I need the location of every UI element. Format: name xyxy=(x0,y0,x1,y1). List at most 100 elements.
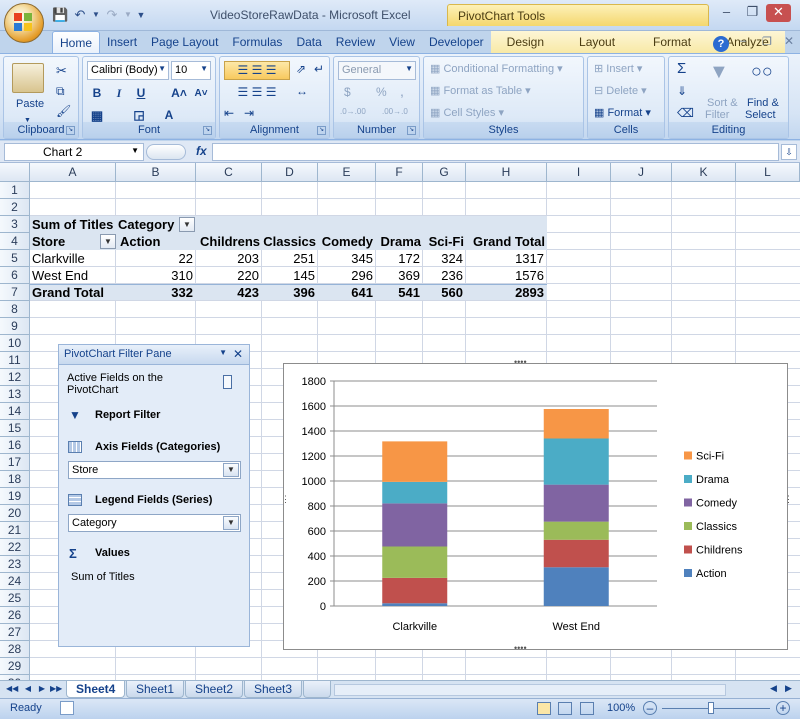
scroll-left-icon[interactable]: ◀ xyxy=(770,683,777,694)
column-header[interactable]: A xyxy=(30,163,116,182)
row-header[interactable]: 8 xyxy=(0,301,30,318)
fill-icon[interactable]: ⇓ xyxy=(677,84,687,98)
sort-filter-label[interactable]: Sort & xyxy=(707,97,738,109)
binoculars-icon[interactable]: ○○ xyxy=(751,61,773,82)
row-header[interactable]: 23 xyxy=(0,556,30,573)
page-break-view-icon[interactable] xyxy=(580,702,594,715)
normal-view-icon[interactable] xyxy=(537,702,551,715)
tab-design[interactable]: Design xyxy=(490,31,561,53)
sort-filter-icon[interactable]: ▼ xyxy=(709,61,729,84)
format-painter-icon[interactable]: 🖌 xyxy=(56,104,71,118)
pivot-chart[interactable]: •••• •••• ⋮ ⋮ 0 200 400 600 800 1000 1200 1400 1… xyxy=(281,357,793,653)
row-header[interactable]: 1 xyxy=(0,182,30,199)
formula-bar-handle[interactable] xyxy=(146,144,186,160)
first-sheet-icon[interactable]: ◀◀ xyxy=(6,683,18,695)
customize-qat-icon[interactable]: ▼ xyxy=(136,7,146,23)
row-header[interactable]: 12 xyxy=(0,369,30,386)
scroll-right-icon[interactable]: ▶ xyxy=(785,683,792,694)
paste-button[interactable]: Paste xyxy=(16,98,44,110)
cell-styles-button[interactable]: ▦ Cell Styles ▾ xyxy=(430,106,504,119)
axis-field-dropdown[interactable]: Store ▼ xyxy=(68,461,241,479)
row-header[interactable]: 24 xyxy=(0,573,30,590)
office-button[interactable] xyxy=(4,3,44,43)
row-header[interactable]: 6 xyxy=(0,267,30,284)
column-header[interactable]: J xyxy=(611,163,672,182)
alignment-launcher-icon[interactable]: ↘ xyxy=(317,126,326,135)
last-sheet-icon[interactable]: ▶▶ xyxy=(50,683,62,695)
name-box[interactable]: Chart 2 ▼ xyxy=(4,143,144,161)
bold-button[interactable]: B xyxy=(87,84,107,103)
chevron-down-icon[interactable]: ▼ xyxy=(223,516,239,530)
column-header[interactable]: E xyxy=(318,163,376,182)
pane-menu-icon[interactable]: ▼ xyxy=(219,348,227,357)
row-header[interactable]: 22 xyxy=(0,539,30,556)
row-header[interactable]: 26 xyxy=(0,607,30,624)
grow-font-button[interactable]: A˄ xyxy=(169,84,189,103)
insert-sheet-icon[interactable] xyxy=(303,681,331,698)
font-size-select[interactable]: 10 ▼ xyxy=(171,61,211,80)
column-header[interactable]: C xyxy=(196,163,262,182)
row-header[interactable]: 9 xyxy=(0,318,30,335)
tab-data[interactable]: Data xyxy=(289,31,328,53)
redo-dropdown-icon[interactable]: ▼ xyxy=(124,7,132,23)
minimize-button[interactable]: – xyxy=(714,4,739,22)
shrink-font-button[interactable]: A˅ xyxy=(191,84,211,103)
tab-layout[interactable]: Layout xyxy=(560,31,635,53)
filter-dropdown-icon[interactable]: ▼ xyxy=(223,463,239,477)
tab-formulas[interactable]: Formulas xyxy=(225,31,289,53)
increase-indent-icon[interactable]: ⇥ xyxy=(244,106,254,120)
copy-icon[interactable]: ⧉ xyxy=(56,84,65,99)
macro-record-icon[interactable] xyxy=(60,701,74,715)
tab-insert[interactable]: Insert xyxy=(100,31,144,53)
column-header[interactable]: L xyxy=(736,163,800,182)
find-select-label-2[interactable]: Select xyxy=(745,109,776,121)
zoom-slider[interactable] xyxy=(662,708,770,709)
tab-view[interactable]: View xyxy=(382,31,422,53)
clipboard-launcher-icon[interactable]: ↘ xyxy=(66,126,75,135)
sort-filter-label-2[interactable]: Filter xyxy=(705,109,729,121)
tab-format[interactable]: Format xyxy=(634,31,711,53)
sheet-tab-sheet3[interactable]: Sheet3 xyxy=(244,681,303,698)
insert-function-button[interactable]: fx xyxy=(196,144,207,158)
horizontal-scrollbar[interactable] xyxy=(334,684,726,696)
row-header[interactable]: 3 xyxy=(0,216,30,233)
vertical-align-icons[interactable]: ☰ ☰ ☰ xyxy=(224,61,290,80)
restore-button[interactable]: ❐ xyxy=(740,4,765,22)
autosum-button[interactable]: Σ xyxy=(677,60,686,77)
zoom-level[interactable]: 100% xyxy=(607,702,635,714)
row-header[interactable]: 16 xyxy=(0,437,30,454)
row-header[interactable]: 20 xyxy=(0,505,30,522)
comma-button[interactable]: , xyxy=(400,83,404,99)
cut-icon[interactable]: ✂ xyxy=(56,63,67,79)
tab-home[interactable]: Home xyxy=(52,31,101,53)
italic-button[interactable]: I xyxy=(109,84,129,103)
row-header[interactable]: 28 xyxy=(0,641,30,658)
prev-sheet-icon[interactable]: ◀ xyxy=(22,683,34,695)
decrease-decimal-button[interactable]: .00→.0 xyxy=(382,107,408,116)
clear-icon[interactable]: ⌫ xyxy=(677,106,694,120)
zoom-slider-thumb[interactable] xyxy=(708,702,714,714)
next-sheet-icon[interactable]: ▶ xyxy=(36,683,48,695)
delete-cells-button[interactable]: ⊟ Delete ▾ xyxy=(594,84,647,97)
sheet-tab-sheet1[interactable]: Sheet1 xyxy=(126,681,185,698)
increase-decimal-button[interactable]: .0→.00 xyxy=(340,107,366,116)
insert-cells-button[interactable]: ⊞ Insert ▾ xyxy=(594,62,642,75)
font-launcher-icon[interactable]: ↘ xyxy=(203,126,212,135)
column-header[interactable]: B xyxy=(116,163,196,182)
font-name-select[interactable]: Calibri (Body) ▼ xyxy=(87,61,169,80)
format-cells-button[interactable]: ▦ Format ▾ xyxy=(594,106,651,119)
row-header[interactable]: 25 xyxy=(0,590,30,607)
column-filter-dropdown-icon[interactable]: ▼ xyxy=(179,217,195,232)
currency-button[interactable]: $ xyxy=(344,85,351,99)
formula-input[interactable] xyxy=(212,143,779,161)
wrap-text-icon[interactable]: ↵ xyxy=(314,62,324,76)
zoom-out-icon[interactable]: – xyxy=(643,701,657,715)
row-header[interactable]: 29 xyxy=(0,658,30,675)
ribbon-minimize-icon[interactable]: – xyxy=(740,35,746,47)
row-header[interactable]: 13 xyxy=(0,386,30,403)
tab-developer[interactable]: Developer xyxy=(422,31,491,53)
expand-formula-bar-icon[interactable]: ⇩ xyxy=(781,144,797,160)
row-header[interactable]: 14 xyxy=(0,403,30,420)
sheet-tab-sheet4[interactable]: Sheet4 xyxy=(66,681,126,698)
save-icon[interactable]: 💾 xyxy=(52,7,68,23)
